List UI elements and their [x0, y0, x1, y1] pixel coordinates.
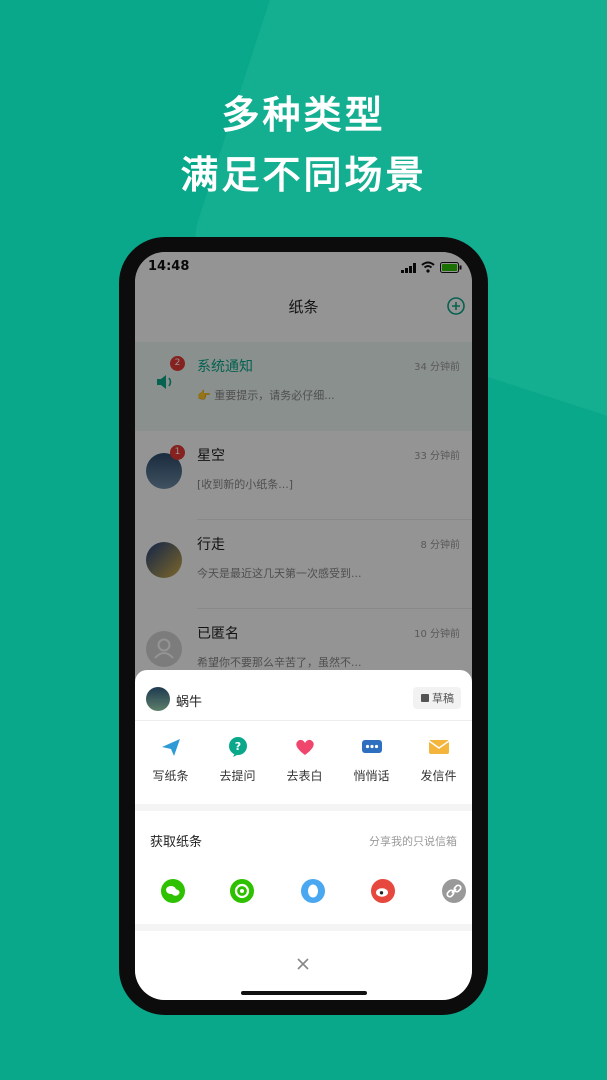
envelope-icon: [428, 740, 449, 754]
action-row: 写纸条 ? 去提问 去表白 悄悄话 发信件: [135, 736, 472, 806]
action-label: 发信件: [420, 769, 457, 783]
phone-frame: 14:48 纸条 2 系统通知 34 分钟前 👉 重要提示，请务必仔细... 1…: [119, 237, 488, 1015]
weibo-icon[interactable]: [371, 879, 395, 903]
headline-line-2: 满足不同场景: [180, 153, 427, 197]
home-indicator: [241, 991, 367, 995]
section-divider: [135, 924, 472, 931]
action-sheet: 蜗牛 草稿 写纸条 ? 去提问 去表白 悄悄话 发信件 获取纸条 分享我的只说信…: [135, 670, 472, 1000]
chat-dots-icon: [361, 740, 382, 753]
heart-icon: [295, 739, 314, 755]
action-label: 悄悄话: [353, 769, 390, 783]
write-note-button[interactable]: 写纸条: [137, 736, 204, 784]
wechat-icon[interactable]: [161, 879, 185, 903]
sheet-header: 蜗牛 草稿: [135, 670, 472, 721]
headline-line-1: 多种类型: [221, 93, 386, 137]
close-icon[interactable]: [295, 956, 311, 972]
wechat-glyph: [166, 886, 180, 896]
link-icon[interactable]: [442, 879, 466, 903]
svg-text:?: ?: [234, 740, 240, 753]
question-bubble-icon: ?: [228, 737, 247, 757]
moments-glyph: [234, 883, 250, 899]
weibo-glyph: [376, 888, 388, 897]
paper-plane-icon: [161, 739, 180, 756]
user-avatar: [146, 687, 170, 711]
qq-icon[interactable]: [301, 879, 325, 903]
draft-label: 草稿: [432, 692, 454, 705]
phone-screen: 14:48 纸条 2 系统通知 34 分钟前 👉 重要提示，请务必仔细... 1…: [135, 252, 472, 1000]
moments-icon[interactable]: [230, 879, 254, 903]
confess-button[interactable]: 去表白: [271, 736, 338, 784]
action-label: 去表白: [286, 769, 323, 783]
send-letter-button[interactable]: 发信件: [405, 736, 472, 784]
whisper-button[interactable]: 悄悄话: [338, 736, 405, 784]
action-label: 写纸条: [152, 769, 189, 783]
draft-button[interactable]: 草稿: [413, 687, 461, 709]
link-glyph: [446, 884, 462, 898]
user-name: 蜗牛: [176, 695, 203, 710]
share-mailbox-link[interactable]: 分享我的只说信箱: [369, 833, 457, 849]
book-icon: [421, 694, 429, 702]
qq-glyph: [308, 884, 318, 898]
section-divider: [135, 804, 472, 811]
action-label: 去提问: [219, 769, 256, 783]
get-notes-title: 获取纸条: [150, 835, 203, 850]
ask-question-button[interactable]: ? 去提问: [204, 736, 271, 784]
